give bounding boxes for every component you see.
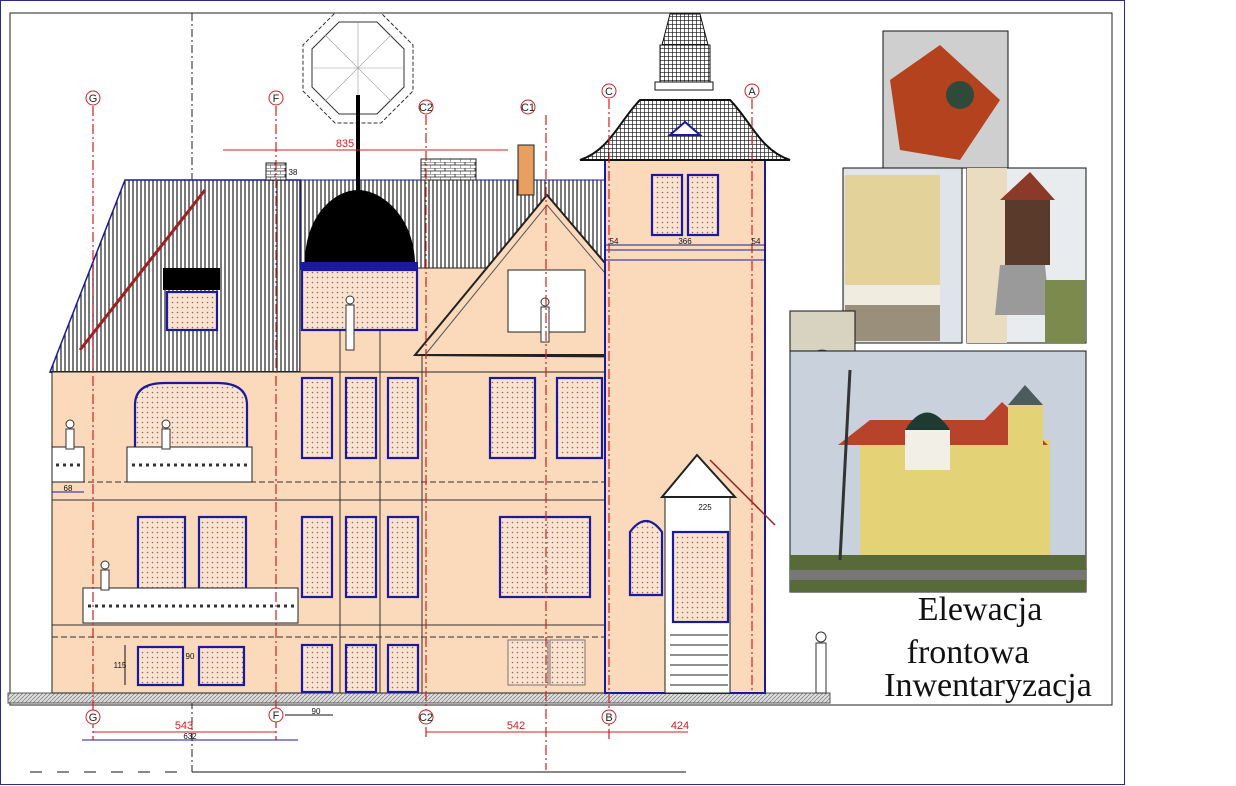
dim-tower-left: 54 [610, 237, 619, 246]
dim-b-right: 424 [671, 720, 689, 732]
dim-plinth-small: 90 [186, 652, 195, 661]
axis-label-b-bottom: B [605, 712, 612, 724]
dim-tower-mid: 366 [678, 237, 692, 246]
axis-label-a: A [748, 86, 756, 98]
axis-label-c2: C2 [419, 102, 433, 114]
dim-g-f-total: 632 [183, 732, 197, 741]
ground-line [7, 692, 831, 704]
axis-label-c2-bottom: C2 [419, 712, 433, 724]
axis-label-g: G [89, 93, 98, 105]
axis-label-f: F [273, 93, 280, 105]
chimney [517, 144, 535, 196]
axis-label-g-bottom: G [89, 712, 98, 724]
dim-entrance: 225 [698, 503, 712, 512]
chimney [420, 158, 477, 181]
dim-small-span: 90 [312, 707, 321, 716]
axis-label-f-bottom: F [273, 710, 280, 722]
dim-g-f: 543 [175, 720, 193, 732]
axis-label-c: C [605, 86, 613, 98]
photo-side-view [842, 167, 963, 344]
photo-villa-front [789, 350, 1087, 593]
dim-roof-width: 835 [336, 138, 354, 150]
dim-plinth: 115 [114, 661, 127, 670]
elevation-drawing: G F C2 C1 C A G F C2 B 835 38 54 366 54 … [0, 0, 1125, 785]
title-line-1: Elewacja [918, 591, 1043, 628]
photo-roof-aerial [882, 30, 1009, 169]
dim-tower-right: 54 [752, 237, 761, 246]
title-line-2: frontowa [907, 634, 1030, 671]
photo-entrance-stairs [966, 167, 1087, 344]
title-line-3: Inwentaryzacja [884, 667, 1092, 704]
dim-c2-mid: 542 [507, 720, 525, 732]
axis-label-c1: C1 [521, 102, 535, 114]
dim-balcony: 68 [64, 484, 73, 493]
dim-chimney: 38 [289, 168, 298, 177]
